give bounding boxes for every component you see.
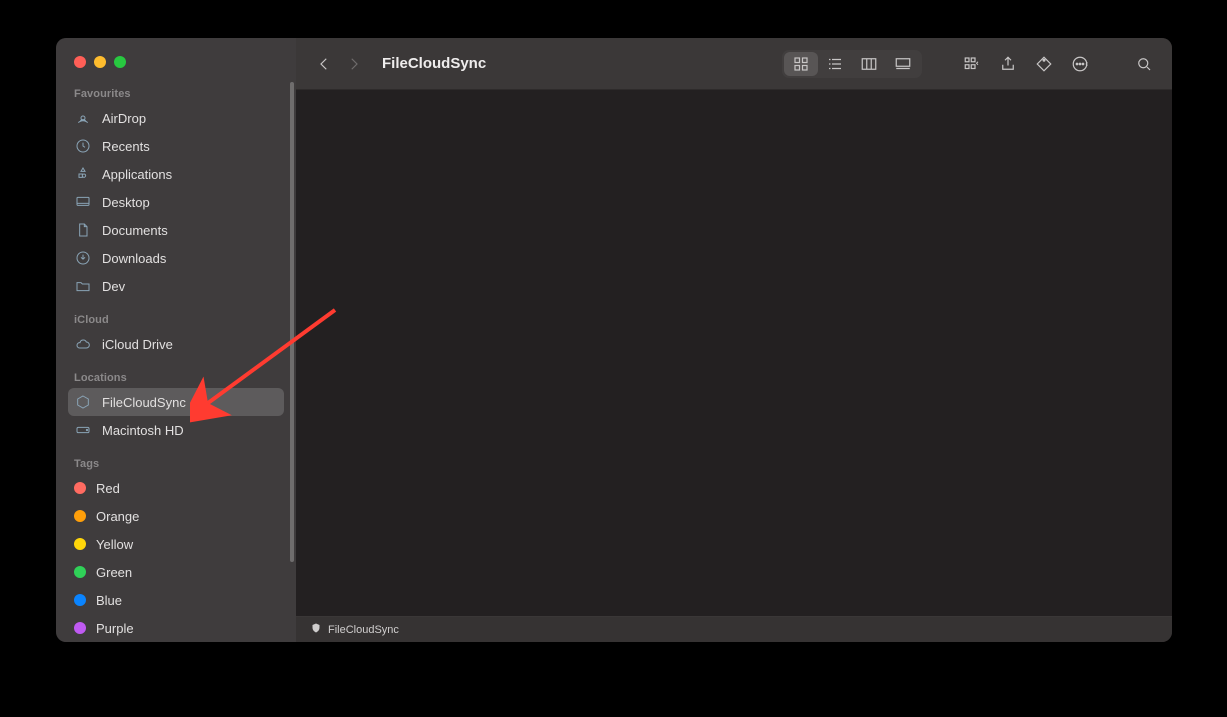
section-header: Tags bbox=[68, 452, 284, 474]
sidebar: Favourites AirDrop Recents Applications … bbox=[56, 38, 296, 642]
view-switcher bbox=[782, 50, 922, 78]
sidebar-item-label: Macintosh HD bbox=[102, 423, 184, 438]
tag-button[interactable] bbox=[1030, 50, 1058, 78]
sidebar-item-downloads[interactable]: Downloads bbox=[68, 244, 284, 272]
toolbar: FileCloudSync bbox=[296, 38, 1172, 90]
sidebar-section-icloud: iCloud iCloud Drive bbox=[68, 308, 284, 358]
sidebar-item-label: Purple bbox=[96, 621, 134, 636]
group-button[interactable] bbox=[958, 50, 986, 78]
apps-icon bbox=[74, 165, 92, 183]
sidebar-item-label: Green bbox=[96, 565, 132, 580]
section-header: Favourites bbox=[68, 82, 284, 104]
sidebar-tag-green[interactable]: Green bbox=[68, 558, 284, 586]
traffic-lights bbox=[68, 56, 284, 82]
sidebar-item-label: Documents bbox=[102, 223, 168, 238]
section-header: Locations bbox=[68, 366, 284, 388]
sidebar-item-label: Yellow bbox=[96, 537, 133, 552]
desktop-icon bbox=[74, 193, 92, 211]
main-area: FileCloudSync FileCloudSync bbox=[296, 38, 1172, 642]
sidebar-item-label: FileCloudSync bbox=[102, 395, 186, 410]
sidebar-section-favourites: Favourites AirDrop Recents Applications … bbox=[68, 82, 284, 300]
tag-dot-icon bbox=[74, 622, 86, 634]
forward-button[interactable] bbox=[340, 50, 368, 78]
sidebar-item-recents[interactable]: Recents bbox=[68, 132, 284, 160]
downloads-icon bbox=[74, 249, 92, 267]
disk-icon bbox=[74, 421, 92, 439]
sidebar-item-label: Dev bbox=[102, 279, 125, 294]
shield-icon bbox=[310, 622, 322, 637]
content-area[interactable] bbox=[296, 90, 1172, 616]
sidebar-tag-orange[interactable]: Orange bbox=[68, 502, 284, 530]
sidebar-item-icloud-drive[interactable]: iCloud Drive bbox=[68, 330, 284, 358]
path-bar: FileCloudSync bbox=[296, 616, 1172, 642]
sidebar-item-airdrop[interactable]: AirDrop bbox=[68, 104, 284, 132]
tag-dot-icon bbox=[74, 510, 86, 522]
tag-dot-icon bbox=[74, 538, 86, 550]
sidebar-item-label: Red bbox=[96, 481, 120, 496]
sidebar-item-dev[interactable]: Dev bbox=[68, 272, 284, 300]
share-button[interactable] bbox=[994, 50, 1022, 78]
sidebar-item-label: Desktop bbox=[102, 195, 150, 210]
zoom-button[interactable] bbox=[114, 56, 126, 68]
path-label[interactable]: FileCloudSync bbox=[328, 624, 399, 636]
sidebar-item-label: Recents bbox=[102, 139, 150, 154]
sidebar-tag-yellow[interactable]: Yellow bbox=[68, 530, 284, 558]
sidebar-tag-purple[interactable]: Purple bbox=[68, 614, 284, 642]
window-title: FileCloudSync bbox=[382, 55, 486, 72]
view-gallery-button[interactable] bbox=[886, 52, 920, 76]
sidebar-item-label: iCloud Drive bbox=[102, 337, 173, 352]
sidebar-scrollbar[interactable] bbox=[290, 82, 294, 562]
folder-icon bbox=[74, 277, 92, 295]
sidebar-item-label: AirDrop bbox=[102, 111, 146, 126]
back-button[interactable] bbox=[310, 50, 338, 78]
sidebar-item-label: Orange bbox=[96, 509, 139, 524]
sidebar-item-label: Blue bbox=[96, 593, 122, 608]
tag-dot-icon bbox=[74, 566, 86, 578]
more-button[interactable] bbox=[1066, 50, 1094, 78]
view-grid-button[interactable] bbox=[784, 52, 818, 76]
cloud-icon bbox=[74, 335, 92, 353]
sidebar-tag-red[interactable]: Red bbox=[68, 474, 284, 502]
sidebar-section-tags: Tags Red Orange Yellow Green Blue bbox=[68, 452, 284, 642]
hexagon-icon bbox=[74, 393, 92, 411]
sidebar-item-label: Downloads bbox=[102, 251, 166, 266]
tag-dot-icon bbox=[74, 482, 86, 494]
sidebar-item-macintosh-hd[interactable]: Macintosh HD bbox=[68, 416, 284, 444]
view-list-button[interactable] bbox=[818, 52, 852, 76]
sidebar-item-applications[interactable]: Applications bbox=[68, 160, 284, 188]
airdrop-icon bbox=[74, 109, 92, 127]
document-icon bbox=[74, 221, 92, 239]
finder-window: Favourites AirDrop Recents Applications … bbox=[56, 38, 1172, 642]
sidebar-item-label: Applications bbox=[102, 167, 172, 182]
sidebar-section-locations: Locations FileCloudSync Macintosh HD bbox=[68, 366, 284, 444]
sidebar-item-filecloudsync[interactable]: FileCloudSync bbox=[68, 388, 284, 416]
view-column-button[interactable] bbox=[852, 52, 886, 76]
clock-icon bbox=[74, 137, 92, 155]
sidebar-item-documents[interactable]: Documents bbox=[68, 216, 284, 244]
search-button[interactable] bbox=[1130, 50, 1158, 78]
tag-dot-icon bbox=[74, 594, 86, 606]
section-header: iCloud bbox=[68, 308, 284, 330]
close-button[interactable] bbox=[74, 56, 86, 68]
minimize-button[interactable] bbox=[94, 56, 106, 68]
sidebar-tag-blue[interactable]: Blue bbox=[68, 586, 284, 614]
sidebar-item-desktop[interactable]: Desktop bbox=[68, 188, 284, 216]
